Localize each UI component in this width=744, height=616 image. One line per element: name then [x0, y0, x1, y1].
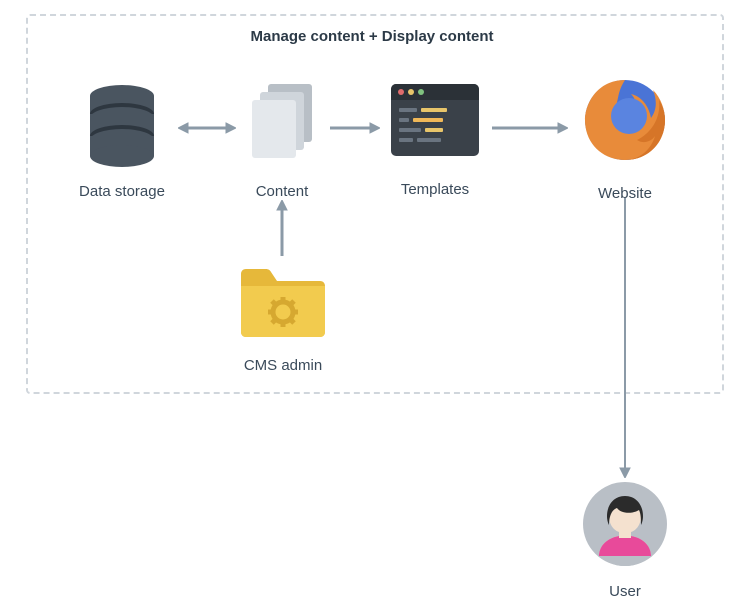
node-templates: Templates	[380, 78, 490, 198]
firefox-icon	[575, 70, 675, 170]
node-data-storage-label: Data storage	[62, 183, 182, 200]
diagram-title: Manage content + Display content	[0, 28, 744, 45]
database-icon	[77, 78, 167, 168]
documents-icon	[242, 78, 322, 168]
node-data-storage: Data storage	[62, 78, 182, 200]
node-cms-admin-label: CMS admin	[228, 357, 338, 374]
node-website: Website	[570, 70, 680, 202]
folder-gear-icon	[233, 260, 333, 342]
node-templates-label: Templates	[380, 181, 490, 198]
node-user-label: User	[580, 583, 670, 600]
person-avatar-icon	[581, 480, 669, 568]
arrow-templates-website	[490, 118, 568, 138]
node-cms-admin: CMS admin	[228, 260, 338, 374]
node-content-label: Content	[237, 183, 327, 200]
arrow-content-templates	[328, 118, 380, 138]
node-content: Content	[237, 78, 327, 200]
arrow-storage-content	[178, 118, 236, 138]
code-window-icon	[385, 78, 485, 166]
node-user: User	[580, 480, 670, 600]
arrow-cmsadmin-content	[272, 200, 292, 258]
arrow-website-user	[615, 196, 635, 478]
